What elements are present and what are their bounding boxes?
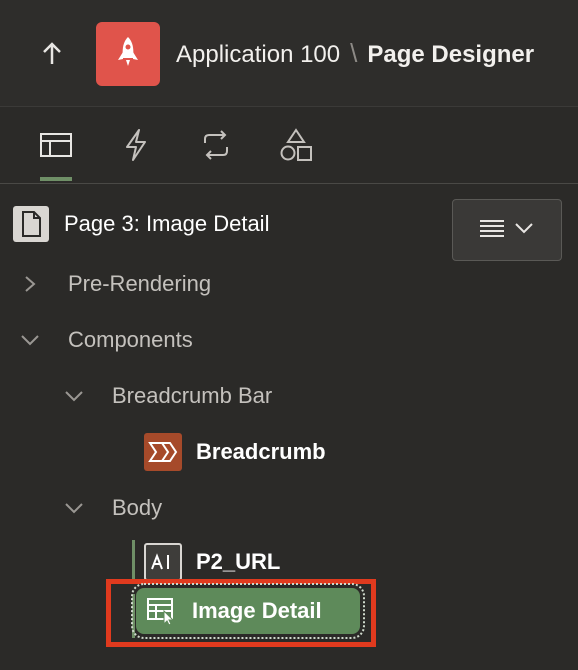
rendering-icon	[39, 131, 73, 164]
tree-node-breadcrumb-bar[interactable]: Breadcrumb Bar	[64, 378, 272, 414]
tree-label: Body	[112, 495, 163, 520]
tree-label: Breadcrumb Bar	[112, 383, 273, 408]
breadcrumb: Application 100 \ Page Designer	[176, 38, 534, 69]
app-header: Application 100 \ Page Designer	[0, 0, 578, 107]
tab-rendering[interactable]	[36, 127, 76, 167]
breadcrumb-region-icon	[144, 433, 182, 471]
rocket-icon	[113, 34, 143, 75]
page-icon	[12, 205, 50, 243]
chevron-down-icon[interactable]	[64, 386, 84, 406]
text-field-icon	[144, 543, 182, 581]
tab-dynamic-actions[interactable]	[116, 127, 156, 167]
tree-guide-line	[132, 540, 135, 580]
chevron-right-icon[interactable]	[20, 274, 40, 294]
processing-icon	[199, 129, 233, 165]
tree-label: Components	[68, 327, 193, 352]
tree-label: Pre-Rendering	[68, 271, 212, 296]
tree-label: P2_URL	[196, 549, 281, 574]
shapes-icon	[279, 127, 313, 167]
active-tab-indicator	[40, 177, 72, 181]
tree-node-pre-rendering[interactable]: Pre-Rendering	[20, 266, 211, 302]
rendering-tree: Page 3: Image Detail Pre-Rendering Compo…	[0, 184, 578, 670]
tree-node-body[interactable]: Body	[64, 490, 162, 526]
tree-node-components[interactable]: Components	[20, 322, 193, 358]
tree-node-image-detail[interactable]: Image Detail	[131, 583, 365, 639]
tree-label: Breadcrumb	[196, 439, 326, 464]
tab-processing[interactable]	[196, 127, 236, 167]
tree-page-node[interactable]: Page 3: Image Detail	[12, 204, 269, 244]
chevron-down-icon[interactable]	[20, 330, 40, 350]
tree-page-title: Page 3: Image Detail	[64, 211, 270, 236]
app-name-link[interactable]: Application 100	[176, 41, 340, 68]
tree-menu-button[interactable]	[452, 199, 562, 261]
interactive-report-icon	[144, 594, 178, 628]
lightning-icon	[123, 128, 149, 167]
hamburger-icon	[480, 219, 504, 242]
tree-label: Image Detail	[192, 598, 322, 623]
breadcrumb-separator: \	[350, 38, 358, 68]
chevron-down-icon[interactable]	[64, 498, 84, 518]
up-arrow-icon[interactable]	[40, 40, 64, 68]
designer-tabs	[0, 107, 578, 184]
tab-shared-components[interactable]	[276, 127, 316, 167]
tree-node-breadcrumb[interactable]: Breadcrumb	[144, 433, 326, 471]
chevron-down-icon	[514, 221, 534, 239]
app-logo[interactable]	[96, 22, 160, 86]
tree-node-p2-url[interactable]: P2_URL	[144, 543, 281, 581]
page-title: Page Designer	[367, 41, 535, 68]
